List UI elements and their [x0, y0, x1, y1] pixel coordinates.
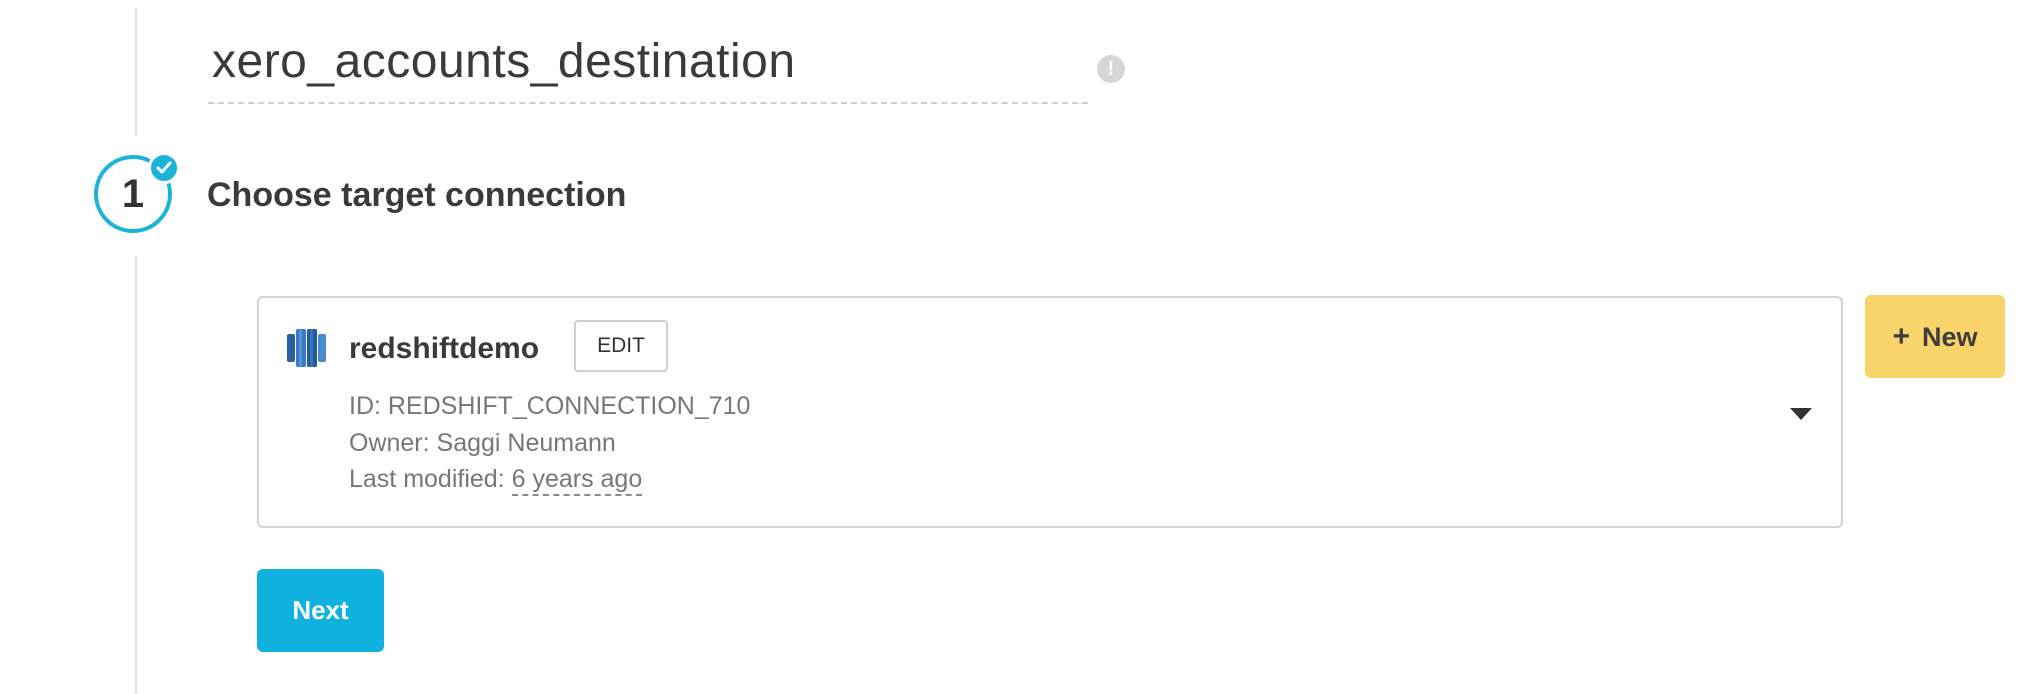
new-connection-button[interactable]: + New: [1865, 295, 2005, 378]
edit-connection-button[interactable]: EDIT: [574, 320, 668, 372]
caret-down-icon[interactable]: [1790, 408, 1812, 420]
timeline-line: [135, 256, 137, 694]
new-button-label: New: [1922, 322, 1978, 352]
redshift-database-icon: [287, 326, 327, 375]
connection-name: redshiftdemo: [349, 332, 540, 365]
destination-name-field[interactable]: xero_accounts_destination: [208, 28, 1088, 104]
timeline-line: [135, 8, 137, 136]
next-button[interactable]: Next: [257, 569, 384, 652]
exclamation-icon: !: [1097, 55, 1125, 83]
check-icon: [148, 152, 180, 184]
last-modified-label: Last modified:: [349, 465, 505, 493]
connection-last-modified: Last modified: 6 years ago: [349, 465, 643, 496]
connection-id: ID: REDSHIFT_CONNECTION_710: [349, 392, 751, 420]
destination-name[interactable]: xero_accounts_destination: [212, 34, 796, 89]
plus-icon: +: [1892, 320, 1910, 353]
connection-owner: Owner: Saggi Neumann: [349, 429, 616, 457]
step-title: Choose target connection: [207, 176, 627, 214]
connection-select[interactable]: redshiftdemo EDIT ID: REDSHIFT_CONNECTIO…: [257, 296, 1843, 528]
last-modified-value: 6 years ago: [511, 465, 643, 496]
